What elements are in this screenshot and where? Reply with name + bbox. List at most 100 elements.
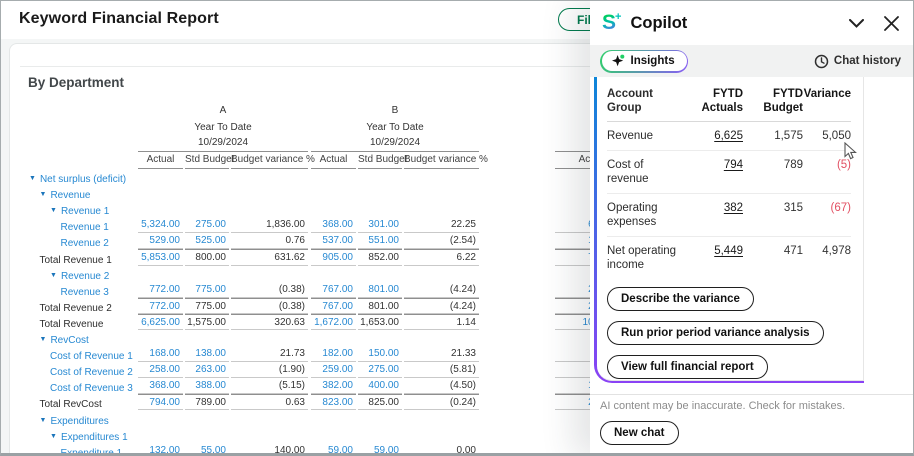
cell-value[interactable]: 767.00 — [311, 298, 356, 314]
collapse-triangle-icon[interactable]: ▼ — [40, 191, 47, 198]
table-row: Revenue 15,324.00275.001,836.00368.00301… — [10, 217, 650, 233]
cell-empty — [358, 169, 402, 185]
cell-empty — [185, 185, 229, 201]
row-label-link[interactable]: Revenue — [50, 190, 90, 201]
fytd-actuals-link[interactable]: 6,625 — [714, 130, 743, 142]
table-row: Total Revenue6,625.001,575.00320.631,672… — [10, 314, 650, 330]
cell-value[interactable]: 794.00 — [138, 394, 183, 410]
cell-value[interactable]: 772.00 — [138, 298, 183, 314]
chevron-down-icon[interactable] — [849, 19, 864, 28]
cell-value: (0.38) — [231, 282, 308, 298]
collapse-triangle-icon[interactable]: ▼ — [50, 433, 57, 440]
cell-value[interactable]: 537.00 — [311, 233, 356, 249]
table-row: Cost of Revenue 1 168.00138.0021.73182.00… — [10, 346, 650, 362]
row-label-link[interactable]: Revenue 1 — [61, 206, 109, 217]
cell-value[interactable]: 775.00 — [185, 282, 229, 298]
cell-value[interactable]: 905.00 — [311, 249, 356, 265]
collapse-triangle-icon[interactable]: ▼ — [50, 207, 57, 214]
new-chat-button[interactable]: New chat — [600, 421, 679, 445]
row-label-link[interactable]: Revenue 2 — [61, 271, 109, 282]
collapse-triangle-icon[interactable]: ▼ — [50, 272, 57, 279]
cell-value[interactable]: 767.00 — [311, 282, 356, 298]
header-variance: Variance — [803, 87, 851, 101]
cell-value[interactable]: 388.00 — [185, 378, 229, 394]
cell-value[interactable]: 5,324.00 — [138, 217, 183, 233]
cell-value[interactable]: 132.00 — [138, 443, 183, 456]
cell-value[interactable]: 275.00 — [185, 217, 229, 233]
cell-value[interactable]: 368.00 — [138, 378, 183, 394]
copilot-table-row: Net operating income5,4494714,978 — [607, 236, 851, 279]
cell-empty — [185, 410, 229, 426]
row-label-link[interactable]: Expenditures 1 — [61, 432, 128, 443]
row-label: Total Revenue — [40, 319, 104, 330]
insights-button[interactable]: Insights — [600, 50, 688, 73]
cell-value[interactable]: 138.00 — [185, 346, 229, 362]
row-label-link[interactable]: Cost of Revenue 2 — [50, 367, 133, 378]
cell-value[interactable]: 1,672.00 — [311, 314, 356, 330]
period-a: Year To Date — [138, 122, 308, 133]
period-row: Year To Date Year To Date — [10, 116, 650, 133]
fytd-budget-cell: 471 — [743, 244, 803, 258]
cell-empty — [185, 330, 229, 346]
fytd-actuals-link[interactable]: 5,449 — [714, 245, 743, 257]
close-icon[interactable] — [884, 16, 899, 31]
row-label-cell: Cost of Revenue 3 — [10, 383, 138, 394]
copilot-title: Copilot — [630, 14, 829, 33]
table-row: ▼ Net surplus (deficit) — [10, 169, 650, 185]
collapse-triangle-icon[interactable]: ▼ — [29, 175, 36, 182]
cell-value[interactable]: 525.00 — [185, 233, 229, 249]
variance-cell: 5,050 — [803, 129, 851, 143]
chat-history-button[interactable]: Chat history — [814, 54, 901, 69]
row-label-link[interactable]: RevCost — [50, 335, 88, 346]
collapse-triangle-icon[interactable]: ▼ — [40, 417, 47, 424]
cell-value[interactable]: 551.00 — [358, 233, 402, 249]
row-label-link[interactable]: Expenditure 1 — [61, 448, 123, 456]
cell-empty — [231, 169, 308, 185]
account-group-label: Operating expenses — [607, 201, 685, 229]
cell-value[interactable]: 182.00 — [311, 346, 356, 362]
cell-value[interactable]: 382.00 — [311, 378, 356, 394]
cell-value: (0.38) — [231, 298, 308, 314]
fytd-actuals-link[interactable]: 382 — [724, 202, 743, 214]
table-row: ▼ Expenditures 1 — [10, 427, 650, 443]
cell-value[interactable]: 168.00 — [138, 346, 183, 362]
cell-value[interactable]: 801.00 — [358, 282, 402, 298]
suggestion-button[interactable]: View full financial report — [607, 355, 768, 379]
financial-table: A B Year To Date Year To Date 10/29/2024… — [10, 99, 650, 456]
cell-value[interactable]: 263.00 — [185, 362, 229, 378]
suggestion-button[interactable]: Describe the variance — [607, 287, 754, 311]
cell-value[interactable]: 823.00 — [311, 394, 356, 410]
cell-value[interactable]: 258.00 — [138, 362, 183, 378]
cell-value[interactable]: 59.00 — [311, 443, 356, 456]
row-label-link[interactable]: Revenue 3 — [61, 287, 109, 298]
cell-value[interactable]: 5,853.00 — [138, 249, 183, 265]
suggestion-button[interactable]: Run prior period variance analysis — [607, 321, 824, 345]
row-label-link[interactable]: Expenditures — [50, 416, 108, 427]
cell-value[interactable]: 368.00 — [311, 217, 356, 233]
cell-empty — [138, 185, 183, 201]
cell-value[interactable]: 772.00 — [138, 282, 183, 298]
row-label-link[interactable]: Revenue 1 — [61, 222, 109, 233]
fytd-actuals-link[interactable]: 794 — [724, 159, 743, 171]
row-label-link[interactable]: Cost of Revenue 1 — [50, 351, 133, 362]
cell-value[interactable]: 259.00 — [311, 362, 356, 378]
fytd-actuals-cell: 5,449 — [685, 244, 743, 258]
cell-value[interactable]: 529.00 — [138, 233, 183, 249]
cell-value[interactable]: 400.00 — [358, 378, 402, 394]
cell-empty — [185, 427, 229, 443]
cell-value: (4.50) — [404, 378, 479, 394]
cell-value[interactable]: 275.00 — [358, 362, 402, 378]
collapse-triangle-icon[interactable]: ▼ — [40, 336, 47, 343]
cell-value[interactable]: 59.00 — [358, 443, 402, 456]
cell-value: 21.73 — [231, 346, 308, 362]
row-label-cell: Revenue 1 — [10, 222, 138, 233]
row-label-link[interactable]: Revenue 2 — [61, 238, 109, 249]
cell-value[interactable]: 301.00 — [358, 217, 402, 233]
row-label-cell: ▼Expenditures — [10, 416, 138, 427]
cell-value[interactable]: 6,625.00 — [138, 314, 183, 330]
cell-value[interactable]: 55.00 — [185, 443, 229, 456]
cell-value[interactable]: 150.00 — [358, 346, 402, 362]
cell-value: 775.00 — [185, 298, 229, 314]
row-label-link[interactable]: Net surplus (deficit) — [40, 174, 126, 185]
row-label-link[interactable]: Cost of Revenue 3 — [50, 383, 133, 394]
